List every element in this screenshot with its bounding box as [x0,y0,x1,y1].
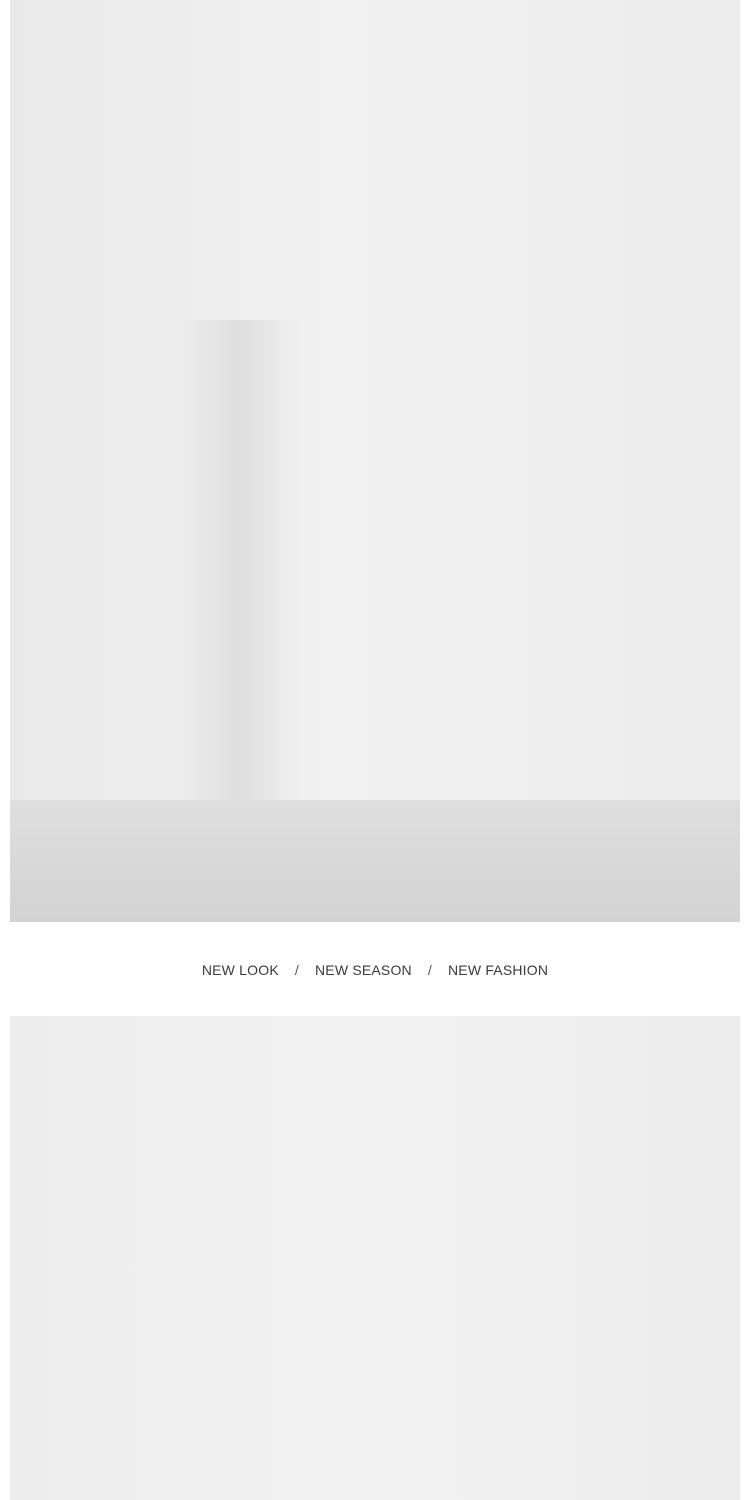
backdrop-wall [10,1016,740,1500]
tagline-item-new-look: NEW LOOK [201,962,279,978]
product-photo-model [10,1016,740,1500]
tagline-separator: / [294,962,299,978]
backdrop-floor [10,800,740,922]
tagline: NEW LOOK / NEW SEASON / NEW FASHION [0,956,750,984]
wall-shadow [180,320,300,800]
tagline-item-new-season: NEW SEASON [314,962,412,978]
backdrop-wall [10,0,740,800]
tagline-separator: / [427,962,432,978]
tagline-item-new-fashion: NEW FASHION [447,962,549,978]
product-photo-jeans [10,0,740,922]
